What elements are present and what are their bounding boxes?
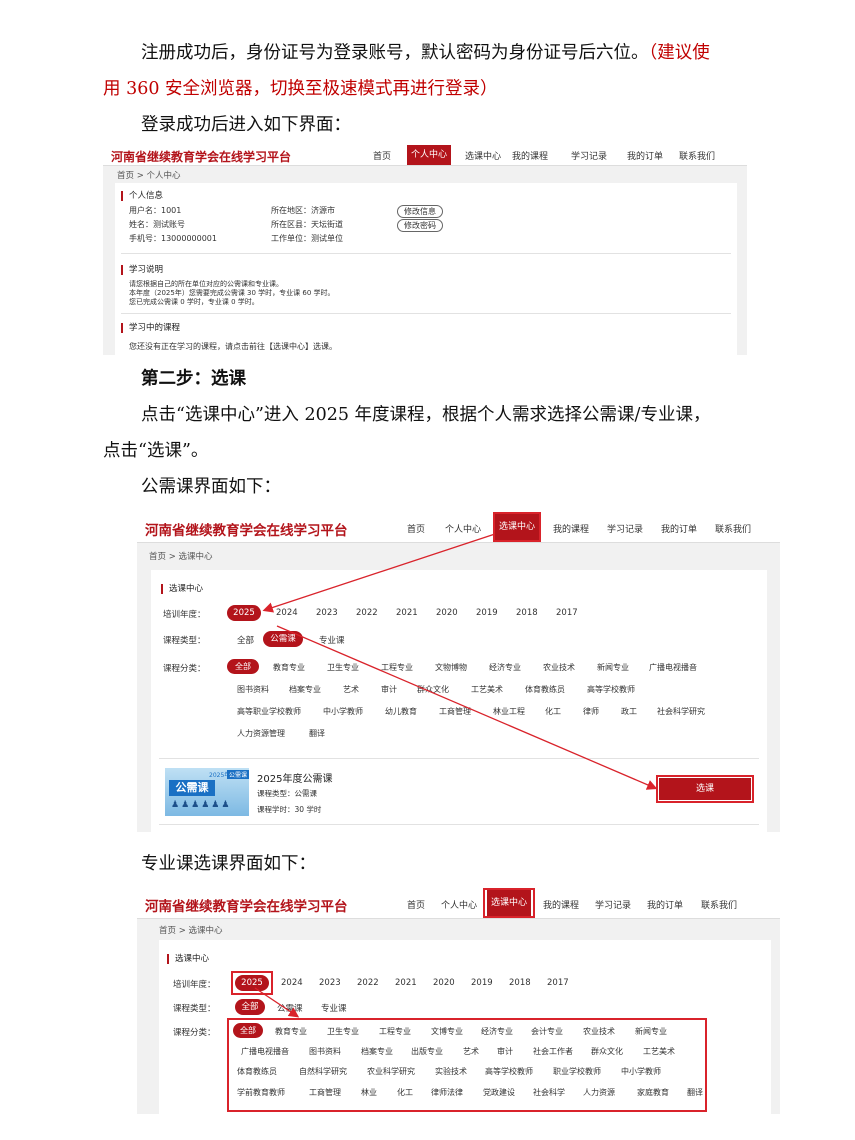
- paragraph-select-course-2: 点击“选课”。: [103, 441, 209, 461]
- info-username: 用户名：1001: [129, 206, 182, 215]
- annotation-arrows: [254, 987, 300, 1018]
- breadcrumb: 首页 > 个人中心: [117, 171, 181, 181]
- nav-contact[interactable]: 联系我们: [675, 149, 719, 162]
- paragraph-select-course-1: 点击“选课中心”进入 2025 年度课程，根据个人需求选择公需课/专业课，: [141, 405, 711, 425]
- paragraph-after-login: 登录成功后进入如下界面：: [141, 115, 351, 135]
- login-info-text: 注册成功后，身份证号为登录账号，默认密码为身份证号后六位。: [141, 43, 649, 63]
- screenshot-personal-center: 河南省继续教育学会在线学习平台 首页 个人中心 选课中心 我的课程 学习记录 我…: [103, 145, 747, 355]
- courses-empty-text: 您还没有正在学习的课程，请点击前往【选课中心】选课。: [129, 342, 337, 351]
- arrow-to-select-button: [276, 625, 658, 790]
- platform-brand: 河南省继续教育学会在线学习平台: [111, 150, 292, 164]
- info-phone: 手机号：13000000001: [129, 234, 217, 243]
- step2-heading: 第二步：选课: [141, 369, 246, 389]
- personal-panel: 个人信息 用户名：1001 姓名：测试账号 手机号：13000000001 所在…: [115, 183, 737, 355]
- arrow-to-categories: [254, 987, 300, 1018]
- platform-header: 河南省继续教育学会在线学习平台 首页 个人中心 选课中心 我的课程 学习记录 我…: [103, 145, 747, 166]
- screenshot-public-course-center: 河南省继续教育学会在线学习平台 首页 个人中心 选课中心 我的课程 学习记录 我…: [137, 512, 780, 832]
- nav-personal-center[interactable]: 个人中心: [407, 145, 451, 165]
- screenshot-professional-course-center: 河南省继续教育学会在线学习平台 首页 个人中心 选课中心 我的课程 学习记录 我…: [137, 888, 780, 1114]
- divider: [121, 313, 731, 314]
- nav-my-orders[interactable]: 我的订单: [623, 149, 667, 162]
- browser-note-part1: （建议使: [648, 43, 710, 63]
- section-courses-in-progress: 学习中的课程: [121, 323, 180, 333]
- edit-info-button[interactable]: 修改信息: [397, 205, 443, 218]
- info-region: 所在地区：济源市: [271, 206, 335, 215]
- document-page: 注册成功后，身份证号为登录账号，默认密码为身份证号后六位。（建议使 用 360 …: [0, 0, 855, 1140]
- divider: [121, 253, 731, 254]
- nav-home[interactable]: 首页: [367, 149, 397, 162]
- section-personal-info: 个人信息: [121, 191, 163, 201]
- paragraph-professional-course: 专业课选课界面如下：: [141, 854, 316, 874]
- annotation-arrows: [262, 533, 658, 790]
- paragraph-login-info: 注册成功后，身份证号为登录账号，默认密码为身份证号后六位。（建议使: [141, 40, 710, 66]
- paragraph-public-course: 公需课界面如下：: [141, 477, 281, 497]
- browser-note-part2: 用 360 安全浏览器，切换至极速模式再进行登录）: [103, 79, 498, 99]
- info-name: 姓名：测试账号: [129, 220, 185, 229]
- nav-my-courses[interactable]: 我的课程: [508, 149, 552, 162]
- nav-study-record[interactable]: 学习记录: [567, 149, 611, 162]
- nav-course-center[interactable]: 选课中心: [461, 149, 505, 162]
- info-dept: 所在区县：天坛街道: [271, 220, 343, 229]
- section-study-notes: 学习说明: [121, 265, 163, 275]
- arrow-to-year: [262, 533, 496, 613]
- edit-password-button[interactable]: 修改密码: [397, 219, 443, 232]
- study-note-line-3: 您已完成公需课 0 学时，专业课 0 学时。: [129, 298, 259, 306]
- info-work: 工作单位：测试单位: [271, 234, 343, 243]
